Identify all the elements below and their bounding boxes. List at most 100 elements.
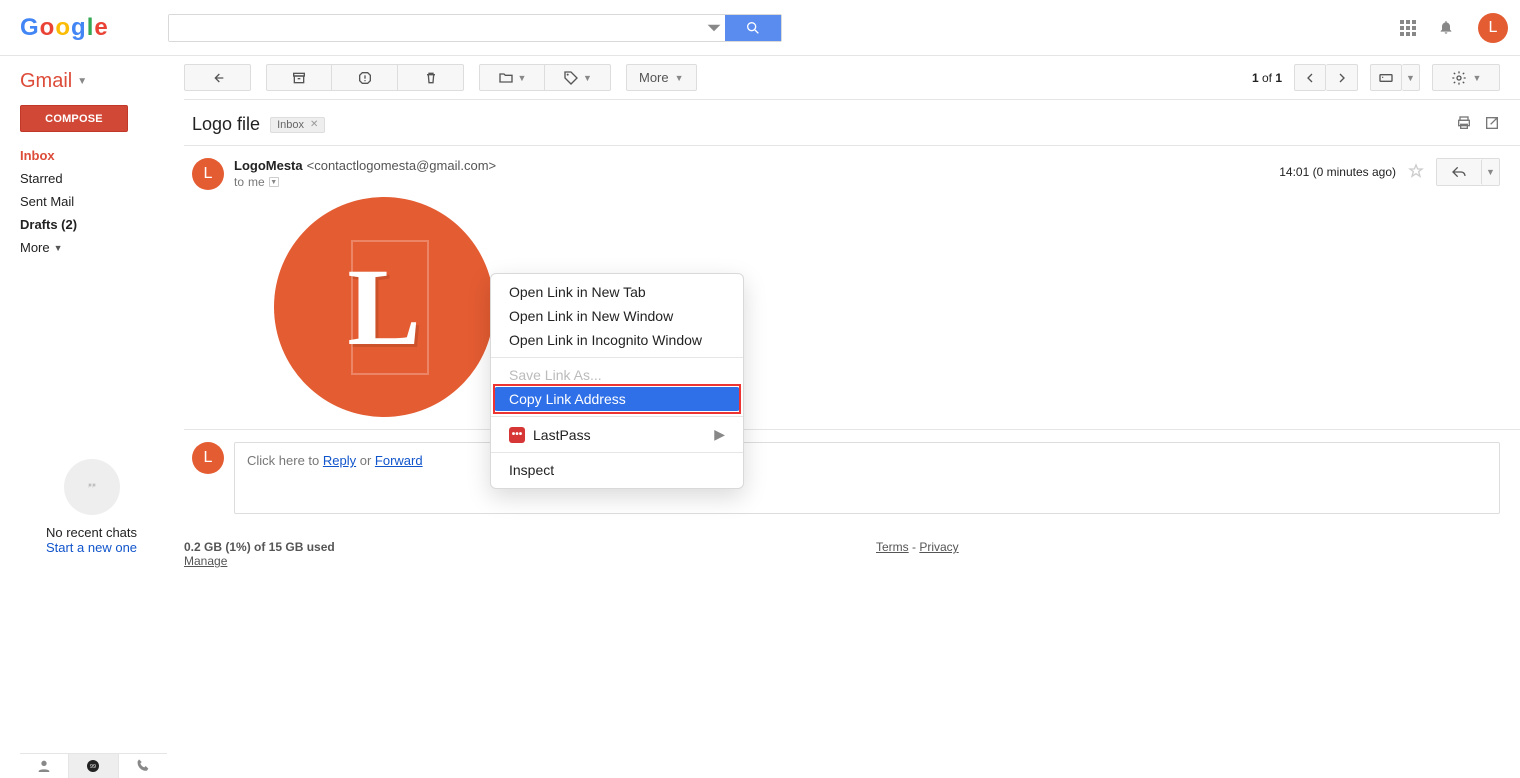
labels-button[interactable]: ▼: [545, 64, 611, 91]
pager: [1294, 64, 1358, 91]
spam-button[interactable]: [332, 64, 398, 91]
archive-icon: [291, 70, 307, 86]
move-to-button[interactable]: ▼: [479, 64, 545, 91]
chevron-right-icon: [1334, 70, 1350, 86]
caret-down-icon: ▼: [1406, 73, 1415, 83]
back-button[interactable]: [184, 64, 251, 91]
manage-storage-link[interactable]: Manage: [184, 554, 227, 568]
new-window-button[interactable]: [1484, 115, 1500, 134]
reply-compose-box[interactable]: Click here to Reply or Forward: [234, 442, 1500, 514]
reply-or: or: [356, 453, 375, 468]
ctx-lastpass[interactable]: ••• LastPass ▶: [491, 422, 743, 447]
logo-letter: L: [347, 244, 420, 371]
back-arrow-icon: [210, 70, 226, 86]
hangouts-tab[interactable]: 99: [69, 754, 118, 778]
bell-icon: [1438, 19, 1454, 35]
start-chat-link[interactable]: Start a new one: [46, 540, 137, 555]
account-avatar[interactable]: L: [1478, 13, 1508, 43]
caret-down-icon: ▼: [1486, 167, 1495, 177]
input-tools-group: ▼: [1370, 64, 1420, 91]
header-right: L: [1400, 13, 1508, 43]
gmail-switcher[interactable]: Gmail ▼: [20, 70, 183, 93]
toolbar-right: 1 of 1 ▼ ▼: [1252, 64, 1500, 91]
action-group-1: [266, 64, 464, 91]
terms-link[interactable]: Terms: [876, 540, 909, 554]
folder-icon: [498, 70, 514, 86]
sidebar-item-starred[interactable]: Starred: [20, 167, 183, 190]
ctx-copy-link-address[interactable]: Copy Link Address: [494, 387, 740, 411]
caret-down-icon: ▼: [675, 73, 684, 83]
lastpass-icon: •••: [509, 427, 525, 443]
forward-link[interactable]: Forward: [375, 453, 423, 468]
sidebar-item-drafts[interactable]: Drafts (2): [20, 213, 183, 236]
svg-text:99: 99: [91, 764, 97, 770]
message-toolbar: ▼ ▼ More ▼ 1 of 1 ▼ ▼: [184, 56, 1520, 100]
google-apps-button[interactable]: [1400, 20, 1416, 36]
lastpass-label: LastPass: [533, 427, 591, 443]
search-input[interactable]: [169, 15, 703, 41]
sender-avatar[interactable]: L: [192, 158, 224, 190]
compose-button[interactable]: COMPOSE: [20, 105, 128, 132]
popout-icon: [1484, 115, 1500, 131]
print-button[interactable]: [1456, 115, 1472, 134]
storage-info: 0.2 GB (1%) of 15 GB used Manage: [184, 540, 335, 568]
delete-button[interactable]: [398, 64, 464, 91]
ctx-save-link-as: Save Link As...: [491, 363, 743, 387]
quote-icon: [84, 479, 100, 495]
caret-down-icon: ▼: [77, 76, 87, 87]
message-counter: 1 of 1: [1252, 71, 1282, 85]
logo-letter: g: [71, 14, 86, 42]
spam-icon: [357, 70, 373, 86]
calls-tab[interactable]: [119, 754, 167, 778]
label-text: Inbox: [277, 119, 304, 131]
action-group-2: ▼ ▼: [479, 64, 611, 91]
prev-button[interactable]: [1294, 64, 1326, 91]
ctx-inspect[interactable]: Inspect: [491, 458, 743, 482]
search-container: [168, 14, 782, 42]
person-icon: [36, 758, 52, 774]
ctx-open-incognito[interactable]: Open Link in Incognito Window: [491, 328, 743, 352]
remove-label-icon[interactable]: ✕: [310, 119, 318, 130]
reply-more-button[interactable]: ▼: [1481, 159, 1499, 185]
reply-link[interactable]: Reply: [323, 453, 356, 468]
archive-button[interactable]: [266, 64, 332, 91]
search-button[interactable]: [725, 15, 781, 41]
sidebar-item-more[interactable]: More ▼: [20, 236, 183, 259]
subject-title: Logo file: [192, 114, 260, 135]
ctx-open-new-window[interactable]: Open Link in New Window: [491, 304, 743, 328]
keyboard-button[interactable]: [1370, 64, 1402, 91]
subject-actions: [1456, 115, 1500, 134]
next-button[interactable]: [1326, 64, 1358, 91]
sidebar-item-sent[interactable]: Sent Mail: [20, 190, 183, 213]
sidebar-item-inbox[interactable]: Inbox: [20, 144, 183, 167]
ctx-open-new-tab[interactable]: Open Link in New Tab: [491, 280, 743, 304]
keyboard-dd-button[interactable]: ▼: [1402, 64, 1420, 91]
to-prefix: to: [234, 175, 244, 189]
contacts-tab[interactable]: [20, 754, 69, 778]
footer-links: Terms - Privacy: [876, 540, 959, 568]
logo-letter: l: [87, 14, 94, 42]
phone-icon: [135, 758, 151, 774]
hangouts-icon: [64, 459, 120, 515]
reply-button[interactable]: [1437, 159, 1481, 185]
privacy-link[interactable]: Privacy: [919, 540, 958, 554]
message-container: L LogoMesta <contactlogomesta@gmail.com>…: [184, 146, 1520, 430]
usage-text: 0.2 GB (1%) of 15 GB used: [184, 540, 335, 554]
subject-label-tag[interactable]: Inbox ✕: [270, 117, 325, 133]
sender-name[interactable]: LogoMesta: [234, 158, 303, 173]
trash-icon: [423, 70, 439, 86]
settings-button[interactable]: ▼: [1432, 64, 1500, 91]
gmail-label: Gmail: [20, 70, 72, 93]
google-logo[interactable]: G o o g l e: [20, 14, 108, 42]
toolbar-more-button[interactable]: More ▼: [626, 64, 697, 91]
search-options-button[interactable]: [703, 15, 725, 41]
show-details-button[interactable]: ▼: [269, 177, 279, 187]
gear-icon: [1451, 70, 1467, 86]
self-avatar: L: [192, 442, 224, 474]
tag-icon: [563, 70, 579, 86]
footer: 0.2 GB (1%) of 15 GB used Manage Terms -…: [184, 534, 1520, 588]
logo-image-attachment[interactable]: L: [274, 197, 494, 417]
more-label: More: [639, 70, 669, 85]
star-button[interactable]: [1408, 163, 1424, 182]
notifications-button[interactable]: [1438, 19, 1456, 37]
